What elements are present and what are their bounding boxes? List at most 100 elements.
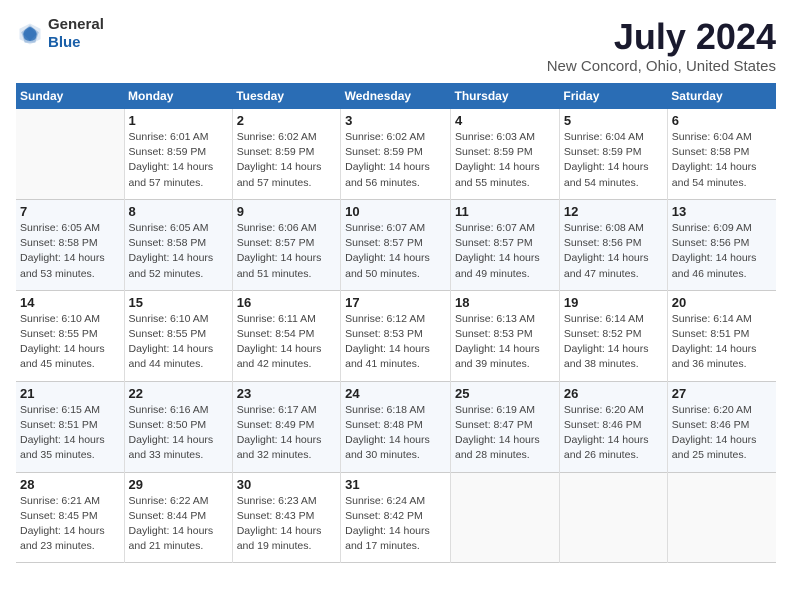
calendar-cell: 5Sunrise: 6:04 AM Sunset: 8:59 PM Daylig… (559, 109, 667, 199)
calendar-cell: 1 Sunrise: 6:01 AM Sunset: 8:59 PM Daylig… (124, 109, 232, 199)
day-number: 25 (455, 386, 555, 401)
cell-info: Sunrise: 6:06 AM Sunset: 8:57 PM Dayligh… (237, 221, 336, 282)
calendar-cell: 16Sunrise: 6:11 AM Sunset: 8:54 PM Dayli… (232, 290, 340, 381)
calendar-cell: 8 Sunrise: 6:05 AM Sunset: 8:58 PM Daylig… (124, 199, 232, 290)
day-number: 20 (672, 295, 772, 310)
week-row-2: 7 Sunrise: 6:05 AM Sunset: 8:58 PM Daylig… (16, 199, 776, 290)
calendar-cell: 4 Sunrise: 6:03 AM Sunset: 8:59 PM Daylig… (451, 109, 560, 199)
calendar-cell: 11 Sunrise: 6:07 AM Sunset: 8:57 PM Dayli… (451, 199, 560, 290)
calendar-cell (451, 472, 560, 563)
day-number: 14 (20, 295, 120, 310)
day-number: 7 (20, 204, 120, 219)
subtitle: New Concord, Ohio, United States (547, 58, 776, 75)
day-number: 3 (345, 113, 446, 128)
calendar-cell: 31Sunrise: 6:24 AM Sunset: 8:42 PM Dayli… (341, 472, 451, 563)
logo-blue: Blue (48, 34, 81, 51)
cell-info: Sunrise: 6:11 AM Sunset: 8:54 PM Dayligh… (237, 312, 336, 373)
cell-info: Sunrise: 6:24 AM Sunset: 8:42 PM Dayligh… (345, 494, 446, 555)
day-number: 11 (455, 204, 555, 219)
week-row-4: 21 Sunrise: 6:15 AM Sunset: 8:51 PM Dayli… (16, 381, 776, 472)
day-number: 2 (237, 113, 336, 128)
page-header: General Blue July 2024 New Concord, Ohio… (16, 16, 776, 75)
day-number: 9 (237, 204, 336, 219)
cell-info: Sunrise: 6:02 AM Sunset: 8:59 PM Dayligh… (345, 130, 446, 191)
calendar-cell: 18Sunrise: 6:13 AM Sunset: 8:53 PM Dayli… (451, 290, 560, 381)
cell-info: Sunrise: 6:23 AM Sunset: 8:43 PM Dayligh… (237, 494, 336, 555)
cell-info: Sunrise: 6:14 AM Sunset: 8:52 PM Dayligh… (564, 312, 663, 373)
calendar-table: SundayMondayTuesdayWednesdayThursdayFrid… (16, 83, 776, 563)
logo-icon (16, 20, 44, 48)
cell-info: Sunrise: 6:20 AM Sunset: 8:46 PM Dayligh… (564, 403, 663, 464)
header-cell-monday: Monday (124, 83, 232, 109)
calendar-cell (16, 109, 124, 199)
cell-info: Sunrise: 6:09 AM Sunset: 8:56 PM Dayligh… (672, 221, 772, 282)
header-cell-thursday: Thursday (451, 83, 560, 109)
logo-text: General Blue (48, 16, 104, 52)
day-number: 8 (129, 204, 228, 219)
day-number: 22 (129, 386, 228, 401)
day-number: 1 (129, 113, 228, 128)
cell-info: Sunrise: 6:15 AM Sunset: 8:51 PM Dayligh… (20, 403, 120, 464)
calendar-cell: 24Sunrise: 6:18 AM Sunset: 8:48 PM Dayli… (341, 381, 451, 472)
calendar-cell: 14 Sunrise: 6:10 AM Sunset: 8:55 PM Dayli… (16, 290, 124, 381)
calendar-header: SundayMondayTuesdayWednesdayThursdayFrid… (16, 83, 776, 109)
calendar-cell: 19 Sunrise: 6:14 AM Sunset: 8:52 PM Dayli… (559, 290, 667, 381)
calendar-cell: 21 Sunrise: 6:15 AM Sunset: 8:51 PM Dayli… (16, 381, 124, 472)
logo-general: General (48, 16, 104, 33)
calendar-cell: 7Sunrise: 6:05 AM Sunset: 8:58 PM Daylig… (16, 199, 124, 290)
calendar-cell: 13 Sunrise: 6:09 AM Sunset: 8:56 PM Dayli… (667, 199, 776, 290)
cell-info: Sunrise: 6:04 AM Sunset: 8:58 PM Dayligh… (672, 130, 772, 191)
day-number: 23 (237, 386, 336, 401)
cell-info: Sunrise: 6:17 AM Sunset: 8:49 PM Dayligh… (237, 403, 336, 464)
day-number: 24 (345, 386, 446, 401)
cell-info: Sunrise: 6:12 AM Sunset: 8:53 PM Dayligh… (345, 312, 446, 373)
calendar-cell: 6 Sunrise: 6:04 AM Sunset: 8:58 PM Daylig… (667, 109, 776, 199)
cell-info: Sunrise: 6:02 AM Sunset: 8:59 PM Dayligh… (237, 130, 336, 191)
day-number: 4 (455, 113, 555, 128)
cell-info: Sunrise: 6:03 AM Sunset: 8:59 PM Dayligh… (455, 130, 555, 191)
header-cell-tuesday: Tuesday (232, 83, 340, 109)
week-row-3: 14 Sunrise: 6:10 AM Sunset: 8:55 PM Dayli… (16, 290, 776, 381)
cell-info: Sunrise: 6:19 AM Sunset: 8:47 PM Dayligh… (455, 403, 555, 464)
cell-info: Sunrise: 6:10 AM Sunset: 8:55 PM Dayligh… (129, 312, 228, 373)
week-row-1: 1 Sunrise: 6:01 AM Sunset: 8:59 PM Daylig… (16, 109, 776, 199)
cell-info: Sunrise: 6:20 AM Sunset: 8:46 PM Dayligh… (672, 403, 772, 464)
day-number: 17 (345, 295, 446, 310)
week-row-5: 28 Sunrise: 6:21 AM Sunset: 8:45 PM Dayli… (16, 472, 776, 563)
calendar-cell: 10Sunrise: 6:07 AM Sunset: 8:57 PM Dayli… (341, 199, 451, 290)
day-number: 15 (129, 295, 228, 310)
cell-info: Sunrise: 6:07 AM Sunset: 8:57 PM Dayligh… (345, 221, 446, 282)
day-number: 19 (564, 295, 663, 310)
day-number: 27 (672, 386, 772, 401)
cell-info: Sunrise: 6:21 AM Sunset: 8:45 PM Dayligh… (20, 494, 120, 555)
calendar-cell: 12Sunrise: 6:08 AM Sunset: 8:56 PM Dayli… (559, 199, 667, 290)
cell-info: Sunrise: 6:01 AM Sunset: 8:59 PM Dayligh… (129, 130, 228, 191)
cell-info: Sunrise: 6:13 AM Sunset: 8:53 PM Dayligh… (455, 312, 555, 373)
calendar-cell: 27 Sunrise: 6:20 AM Sunset: 8:46 PM Dayli… (667, 381, 776, 472)
day-number: 5 (564, 113, 663, 128)
header-cell-sunday: Sunday (16, 83, 124, 109)
calendar-cell (559, 472, 667, 563)
cell-info: Sunrise: 6:05 AM Sunset: 8:58 PM Dayligh… (129, 221, 228, 282)
calendar-cell: 3 Sunrise: 6:02 AM Sunset: 8:59 PM Daylig… (341, 109, 451, 199)
calendar-cell: 28 Sunrise: 6:21 AM Sunset: 8:45 PM Dayli… (16, 472, 124, 563)
cell-info: Sunrise: 6:22 AM Sunset: 8:44 PM Dayligh… (129, 494, 228, 555)
header-cell-saturday: Saturday (667, 83, 776, 109)
day-number: 6 (672, 113, 772, 128)
calendar-cell: 23 Sunrise: 6:17 AM Sunset: 8:49 PM Dayli… (232, 381, 340, 472)
day-number: 21 (20, 386, 120, 401)
header-row: SundayMondayTuesdayWednesdayThursdayFrid… (16, 83, 776, 109)
calendar-cell: 22Sunrise: 6:16 AM Sunset: 8:50 PM Dayli… (124, 381, 232, 472)
day-number: 26 (564, 386, 663, 401)
day-number: 29 (129, 477, 228, 492)
main-title: July 2024 (547, 16, 776, 58)
calendar-cell: 30Sunrise: 6:23 AM Sunset: 8:43 PM Dayli… (232, 472, 340, 563)
cell-info: Sunrise: 6:07 AM Sunset: 8:57 PM Dayligh… (455, 221, 555, 282)
calendar-cell: 2 Sunrise: 6:02 AM Sunset: 8:59 PM Daylig… (232, 109, 340, 199)
calendar-cell: 20Sunrise: 6:14 AM Sunset: 8:51 PM Dayli… (667, 290, 776, 381)
cell-info: Sunrise: 6:10 AM Sunset: 8:55 PM Dayligh… (20, 312, 120, 373)
logo: General Blue (16, 16, 104, 52)
day-number: 13 (672, 204, 772, 219)
day-number: 28 (20, 477, 120, 492)
calendar-cell: 25 Sunrise: 6:19 AM Sunset: 8:47 PM Dayli… (451, 381, 560, 472)
